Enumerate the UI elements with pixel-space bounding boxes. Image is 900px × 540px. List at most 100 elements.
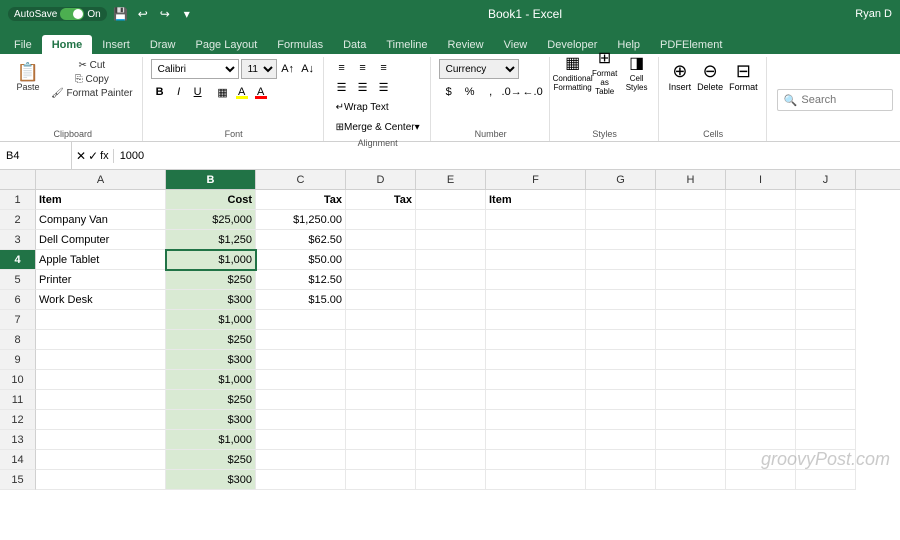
cell-styles-btn[interactable]: ◨ CellStyles (622, 59, 652, 85)
cell-a3[interactable]: Dell Computer (36, 230, 166, 250)
decrease-decimal-btn[interactable]: ←.0 (523, 83, 543, 101)
cell-h9[interactable] (656, 350, 726, 370)
row-num-1[interactable]: 1 (0, 190, 36, 210)
cell-d5[interactable] (346, 270, 416, 290)
cell-d12[interactable] (346, 410, 416, 430)
cell-j13[interactable] (796, 430, 856, 450)
cell-f13[interactable] (486, 430, 586, 450)
row-num-5[interactable]: 5 (0, 270, 36, 290)
comma-btn[interactable]: , (481, 83, 501, 101)
confirm-formula-icon[interactable]: ✓ (88, 149, 98, 163)
cell-g7[interactable] (586, 310, 656, 330)
cell-a6[interactable]: Work Desk (36, 290, 166, 310)
row-num-15[interactable]: 15 (0, 470, 36, 490)
cell-b11[interactable]: $250 (166, 390, 256, 410)
cancel-formula-icon[interactable]: ✕ (76, 149, 86, 163)
cell-h2[interactable] (656, 210, 726, 230)
cell-b9[interactable]: $300 (166, 350, 256, 370)
redo-icon[interactable]: ↪ (157, 6, 173, 22)
row-num-9[interactable]: 9 (0, 350, 36, 370)
col-header-d[interactable]: D (346, 170, 416, 189)
cell-c10[interactable] (256, 370, 346, 390)
cell-d7[interactable] (346, 310, 416, 330)
cell-f10[interactable] (486, 370, 586, 390)
cell-f14[interactable] (486, 450, 586, 470)
cell-b15[interactable]: $300 (166, 470, 256, 490)
tab-developer[interactable]: Developer (537, 35, 607, 54)
cell-j14[interactable] (796, 450, 856, 470)
cell-a7[interactable] (36, 310, 166, 330)
cell-h8[interactable] (656, 330, 726, 350)
cell-i14[interactable] (726, 450, 796, 470)
cell-f7[interactable] (486, 310, 586, 330)
tab-timeline[interactable]: Timeline (376, 35, 437, 54)
cell-e13[interactable] (416, 430, 486, 450)
cell-a2[interactable]: Company Van (36, 210, 166, 230)
font-size-select[interactable]: 11 (241, 59, 277, 79)
cell-a5[interactable]: Printer (36, 270, 166, 290)
wrap-text-button[interactable]: ↵ Wrap Text (332, 98, 424, 116)
cell-j8[interactable] (796, 330, 856, 350)
cell-e1[interactable] (416, 190, 486, 210)
font-color-button[interactable]: A (252, 83, 270, 101)
cell-b14[interactable]: $250 (166, 450, 256, 470)
cell-h10[interactable] (656, 370, 726, 390)
cell-a11[interactable] (36, 390, 166, 410)
cell-e8[interactable] (416, 330, 486, 350)
cell-c1[interactable]: Tax (256, 190, 346, 210)
cell-e10[interactable] (416, 370, 486, 390)
format-btn[interactable]: ⊟ Format (727, 59, 760, 94)
row-num-13[interactable]: 13 (0, 430, 36, 450)
cell-e11[interactable] (416, 390, 486, 410)
fill-color-button[interactable]: A (233, 83, 251, 101)
cell-h11[interactable] (656, 390, 726, 410)
cell-h4[interactable] (656, 250, 726, 270)
paste-button[interactable]: 📋 Paste (10, 59, 46, 96)
increase-font-btn[interactable]: A↑ (279, 60, 297, 78)
cell-i2[interactable] (726, 210, 796, 230)
row-num-3[interactable]: 3 (0, 230, 36, 250)
cell-c3[interactable]: $62.50 (256, 230, 346, 250)
col-header-c[interactable]: C (256, 170, 346, 189)
cell-d13[interactable] (346, 430, 416, 450)
cell-c8[interactable] (256, 330, 346, 350)
cell-a12[interactable] (36, 410, 166, 430)
align-top-right[interactable]: ≡ (374, 59, 394, 77)
cell-g4[interactable] (586, 250, 656, 270)
cell-f1[interactable]: Item (486, 190, 586, 210)
cell-b3[interactable]: $1,250 (166, 230, 256, 250)
cell-c15[interactable] (256, 470, 346, 490)
dollar-sign-btn[interactable]: $ (439, 83, 459, 101)
format-as-table-btn[interactable]: ⊞ Format asTable (590, 59, 620, 85)
cell-c5[interactable]: $12.50 (256, 270, 346, 290)
row-num-8[interactable]: 8 (0, 330, 36, 350)
cell-i13[interactable] (726, 430, 796, 450)
italic-button[interactable]: I (170, 83, 188, 101)
cell-d6[interactable] (346, 290, 416, 310)
row-num-6[interactable]: 6 (0, 290, 36, 310)
cell-a14[interactable] (36, 450, 166, 470)
decrease-font-btn[interactable]: A↓ (299, 60, 317, 78)
conditional-formatting-btn[interactable]: ▦ ConditionalFormatting (558, 59, 588, 85)
align-top-left[interactable]: ≡ (332, 59, 352, 77)
col-header-h[interactable]: H (656, 170, 726, 189)
qat-more-icon[interactable]: ▾ (179, 6, 195, 22)
cell-d9[interactable] (346, 350, 416, 370)
align-mid-right[interactable]: ☰ (374, 78, 394, 96)
border-button[interactable]: ▦ (214, 83, 232, 101)
cell-e5[interactable] (416, 270, 486, 290)
cell-e2[interactable] (416, 210, 486, 230)
cell-b12[interactable]: $300 (166, 410, 256, 430)
cell-d8[interactable] (346, 330, 416, 350)
cell-f9[interactable] (486, 350, 586, 370)
cell-a13[interactable] (36, 430, 166, 450)
cell-h15[interactable] (656, 470, 726, 490)
row-num-4[interactable]: 4 (0, 250, 36, 270)
align-mid-left[interactable]: ☰ (332, 78, 352, 96)
cell-a15[interactable] (36, 470, 166, 490)
cell-g15[interactable] (586, 470, 656, 490)
row-num-12[interactable]: 12 (0, 410, 36, 430)
search-box[interactable]: 🔍 (777, 89, 893, 111)
row-num-7[interactable]: 7 (0, 310, 36, 330)
number-format-select[interactable]: Currency (439, 59, 519, 79)
